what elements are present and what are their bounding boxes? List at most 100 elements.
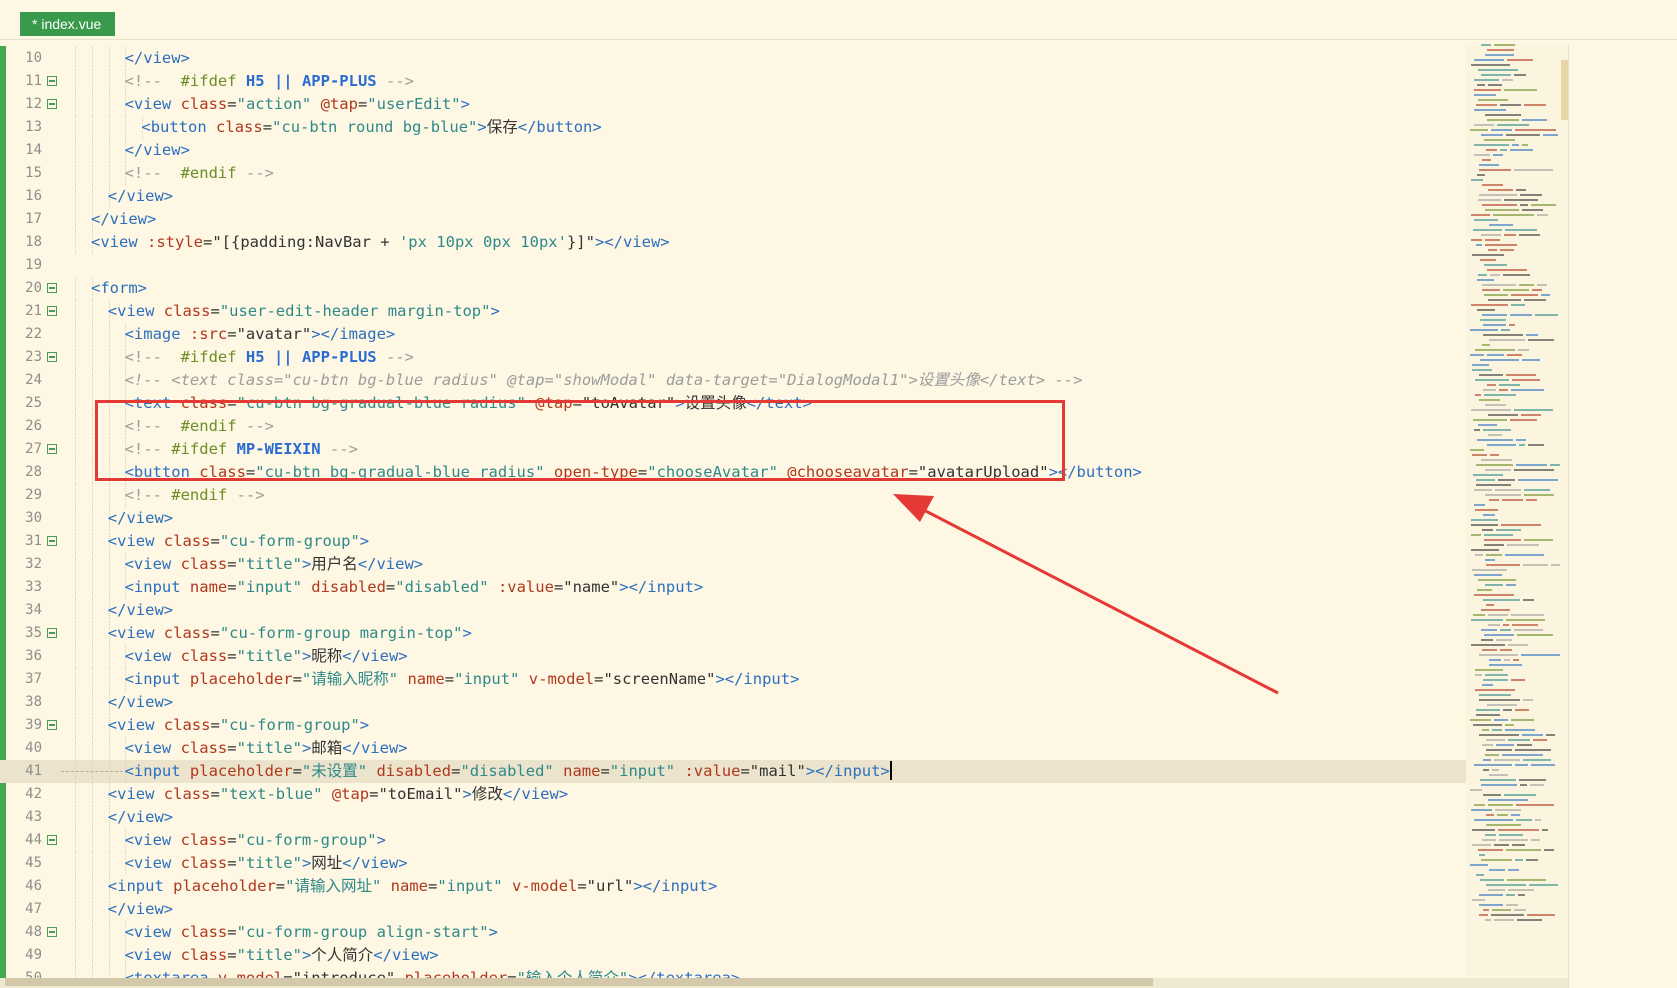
code-text[interactable]: </view> <box>108 806 173 829</box>
fold-toggle-icon[interactable] <box>47 306 57 316</box>
code-line[interactable]: 14 </view> <box>0 139 1568 162</box>
code-line[interactable]: 31 <view class="cu-form-group"> <box>0 530 1568 553</box>
code-text[interactable]: <view class="cu-form-group"> <box>108 714 369 737</box>
code-text[interactable]: <!-- #endif --> <box>125 162 274 185</box>
code-line[interactable]: 45 <view class="title">网址</view> <box>0 852 1568 875</box>
code-line[interactable]: 17 </view> <box>0 208 1568 231</box>
code-line[interactable]: 24 <!-- <text class="cu-btn bg-blue radiu… <box>0 369 1568 392</box>
code-line[interactable]: 23 <!-- #ifdef H5 || APP-PLUS --> <box>0 346 1568 369</box>
minimap-line <box>1482 744 1493 746</box>
fold-toggle-icon[interactable] <box>47 283 57 293</box>
code-text[interactable]: <view :style="[{padding:NavBar + 'px 10p… <box>91 231 670 254</box>
code-line[interactable]: 10 </view> <box>0 47 1568 70</box>
code-line[interactable]: 34 </view> <box>0 599 1568 622</box>
code-text[interactable]: <view class="title">用户名</view> <box>125 553 424 576</box>
line-number: 28 <box>25 464 42 480</box>
fold-toggle-icon[interactable] <box>47 444 57 454</box>
code-token: "title" <box>236 555 302 573</box>
fold-toggle-icon[interactable] <box>47 76 57 86</box>
code-text[interactable]: </view> <box>108 507 173 530</box>
fold-toggle-icon[interactable] <box>47 927 57 937</box>
code-line[interactable]: 41 <input placeholder="未设置" disabled="dis… <box>0 760 1568 783</box>
code-line[interactable]: 19 <box>0 254 1568 277</box>
code-line[interactable]: 42 <view class="text-blue" @tap="toEmail"… <box>0 783 1568 806</box>
highlight-box <box>95 400 1065 481</box>
code-text[interactable]: <!-- <text class="cu-btn bg-blue radius"… <box>125 369 1083 392</box>
code-line[interactable]: 48 <view class="cu-form-group align-start… <box>0 921 1568 944</box>
code-text[interactable]: <view class="text-blue" @tap="toEmail">修… <box>108 783 568 806</box>
fold-toggle-icon[interactable] <box>47 536 57 546</box>
code-text[interactable]: <input name="input" disabled="disabled" … <box>125 576 704 599</box>
code-text[interactable]: <view class="title">邮箱</view> <box>125 737 408 760</box>
code-text[interactable]: </view> <box>108 185 173 208</box>
code-text[interactable]: </view> <box>125 139 190 162</box>
code-text[interactable]: <view class="title">个人简介</view> <box>125 944 439 967</box>
code-line[interactable]: 47 </view> <box>0 898 1568 921</box>
code-line[interactable]: 21 <view class="user-edit-header margin-t… <box>0 300 1568 323</box>
minimap-line <box>1519 779 1546 781</box>
code-text[interactable]: </view> <box>91 208 156 231</box>
code-line[interactable]: 22 <image :src="avatar"></image> <box>0 323 1568 346</box>
code-line[interactable]: 40 <view class="title">邮箱</view> <box>0 737 1568 760</box>
minimap-line <box>1541 294 1550 296</box>
code-line[interactable]: 49 <view class="title">个人简介</view> <box>0 944 1568 967</box>
code-line[interactable]: 38 </view> <box>0 691 1568 714</box>
code-line[interactable]: 29 <!-- #endif --> <box>0 484 1568 507</box>
code-text[interactable]: </view> <box>108 898 173 921</box>
code-text[interactable]: </view> <box>108 691 173 714</box>
file-tab-index-vue[interactable]: * index.vue <box>20 12 116 36</box>
code-line[interactable]: 16 </view> <box>0 185 1568 208</box>
minimap-line <box>1486 604 1494 606</box>
code-text[interactable]: <button class="cu-btn round bg-blue">保存<… <box>141 116 601 139</box>
code-text[interactable]: <view class="cu-form-group margin-top"> <box>108 622 472 645</box>
code-token: --> <box>376 72 414 90</box>
code-text[interactable]: <!-- #endif --> <box>125 484 265 507</box>
code-text[interactable]: <view class="title">网址</view> <box>125 852 408 875</box>
code-text[interactable]: </view> <box>125 47 190 70</box>
code-line[interactable]: 39 <view class="cu-form-group"> <box>0 714 1568 737</box>
fold-toggle-icon[interactable] <box>47 720 57 730</box>
code-line[interactable]: 44 <view class="cu-form-group"> <box>0 829 1568 852</box>
code-line[interactable]: 12 <view class="action" @tap="userEdit"> <box>0 93 1568 116</box>
code-editor[interactable]: 10 </view> 11 <!-- #ifdef H5 || APP-PLUS --… <box>0 47 1568 988</box>
code-text[interactable]: <view class="action" @tap="userEdit"> <box>125 93 470 116</box>
code-line[interactable]: 32 <view class="title">用户名</view> <box>0 553 1568 576</box>
code-line[interactable]: 30 </view> <box>0 507 1568 530</box>
code-line[interactable]: 20 <form> <box>0 277 1568 300</box>
code-text[interactable]: <view class="cu-form-group align-start"> <box>125 921 498 944</box>
code-text[interactable]: <!-- #ifdef H5 || APP-PLUS --> <box>125 70 414 93</box>
code-line[interactable]: 37 <input placeholder="请输入昵称" name="input… <box>0 668 1568 691</box>
code-line[interactable]: 33 <input name="input" disabled="disabled… <box>0 576 1568 599</box>
code-text[interactable]: <input placeholder="请输入网址" name="input" … <box>108 875 718 898</box>
code-line[interactable]: 35 <view class="cu-form-group margin-top"… <box>0 622 1568 645</box>
code-text[interactable]: </view> <box>108 599 173 622</box>
fold-toggle-icon[interactable] <box>47 835 57 845</box>
code-text[interactable]: <view class="title">昵称</view> <box>125 645 408 668</box>
vertical-scrollbar-area[interactable] <box>1568 44 1677 988</box>
code-text[interactable]: <view class="user-edit-header margin-top… <box>108 300 500 323</box>
minimap[interactable] <box>1466 44 1568 988</box>
code-line[interactable]: 46 <input placeholder="请输入网址" name="input… <box>0 875 1568 898</box>
fold-toggle-icon[interactable] <box>47 99 57 109</box>
minimap-viewport-thumb[interactable] <box>1561 60 1568 120</box>
fold-toggle-icon[interactable] <box>47 628 57 638</box>
code-text[interactable]: <input placeholder="请输入昵称" name="input" … <box>125 668 800 691</box>
code-line[interactable]: 11 <!-- #ifdef H5 || APP-PLUS --> <box>0 70 1568 93</box>
code-text[interactable]: <view class="cu-form-group"> <box>108 530 369 553</box>
minimap-line <box>1474 574 1502 576</box>
minimap-line <box>1507 59 1533 61</box>
fold-toggle-icon[interactable] <box>47 352 57 362</box>
horizontal-scroll-thumb[interactable] <box>5 978 1153 986</box>
code-line[interactable]: 18 <view :style="[{padding:NavBar + 'px 1… <box>0 231 1568 254</box>
code-token: </view> <box>107 808 174 826</box>
code-line[interactable]: 43 </view> <box>0 806 1568 829</box>
code-line[interactable]: 36 <view class="title">昵称</view> <box>0 645 1568 668</box>
code-text[interactable]: <image :src="avatar"></image> <box>125 323 396 346</box>
code-text[interactable]: <form> <box>91 277 147 300</box>
code-text[interactable]: <!-- #ifdef H5 || APP-PLUS --> <box>125 346 414 369</box>
code-text[interactable]: <view class="cu-form-group"> <box>125 829 386 852</box>
code-line[interactable]: 13 <button class="cu-btn round bg-blue">保… <box>0 116 1568 139</box>
code-text[interactable]: <input placeholder="未设置" disabled="disab… <box>125 760 892 783</box>
code-token: <view <box>107 624 164 642</box>
code-line[interactable]: 15 <!-- #endif --> <box>0 162 1568 185</box>
